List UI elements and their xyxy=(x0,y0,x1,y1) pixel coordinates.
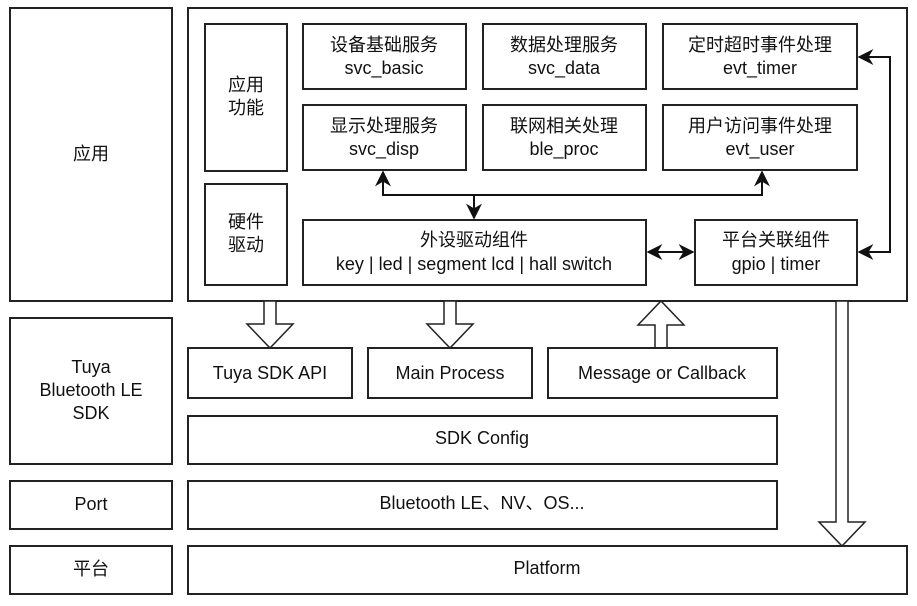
svg-text:evt_timer: evt_timer xyxy=(723,58,797,79)
svg-text:Main Process: Main Process xyxy=(395,363,504,383)
platform-box: Platform xyxy=(187,545,908,595)
svg-text:Bluetooth LE: Bluetooth LE xyxy=(39,380,142,400)
svg-text:功能: 功能 xyxy=(228,98,264,118)
svg-text:Port: Port xyxy=(74,494,107,514)
svg-text:key | led | segment lcd | hall: key | led | segment lcd | hall switch xyxy=(336,254,612,274)
svg-text:设备基础服务: 设备基础服务 xyxy=(330,35,438,55)
port-box: Bluetooth LE、NV、OS... xyxy=(187,480,778,530)
service-evt-user: 用户访问事件处理 evt_user xyxy=(662,104,858,171)
svg-text:联网相关处理: 联网相关处理 xyxy=(510,116,618,136)
svg-text:Tuya: Tuya xyxy=(71,357,111,377)
service-ble-proc: 联网相关处理 ble_proc xyxy=(482,104,647,171)
svg-text:svc_basic: svc_basic xyxy=(344,58,423,79)
svg-text:SDK: SDK xyxy=(72,403,109,423)
hollow-arrow-up-message xyxy=(636,299,686,349)
sdk-config-box: SDK Config xyxy=(187,415,778,465)
peripheral-driver-box: 外设驱动组件 key | led | segment lcd | hall sw… xyxy=(302,219,647,286)
service-evt-timer: 定时超时事件处理 evt_timer xyxy=(662,23,858,90)
app-function-box: 应用 功能 xyxy=(204,23,288,172)
svg-text:用户访问事件处理: 用户访问事件处理 xyxy=(688,116,832,136)
layer-app: 应用 xyxy=(9,7,173,302)
platform-component-box: 平台关联组件 gpio | timer xyxy=(694,219,858,286)
layer-platform: 平台 xyxy=(9,545,173,595)
svg-text:定时超时事件处理: 定时超时事件处理 xyxy=(688,35,832,55)
svg-text:平台: 平台 xyxy=(73,559,109,579)
layer-port: Port xyxy=(9,480,173,530)
sdk-api-box: Tuya SDK API xyxy=(187,347,353,399)
svg-text:Platform: Platform xyxy=(513,558,580,578)
svg-text:数据处理服务: 数据处理服务 xyxy=(510,35,618,55)
svg-text:显示处理服务: 显示处理服务 xyxy=(330,116,438,136)
sdk-message-callback-box: Message or Callback xyxy=(547,347,778,399)
hollow-arrow-down-api xyxy=(245,300,295,350)
svg-text:硬件: 硬件 xyxy=(228,212,264,232)
svg-text:Tuya SDK API: Tuya SDK API xyxy=(213,363,327,383)
svg-text:evt_user: evt_user xyxy=(725,139,794,160)
service-svc-data: 数据处理服务 svc_data xyxy=(482,23,647,90)
hollow-arrow-down-main xyxy=(425,300,475,350)
svg-text:gpio | timer: gpio | timer xyxy=(732,254,821,274)
sdk-main-process-box: Main Process xyxy=(367,347,533,399)
hw-driver-box: 硬件 驱动 xyxy=(204,183,288,286)
service-svc-disp: 显示处理服务 svc_disp xyxy=(302,104,467,171)
svg-text:ble_proc: ble_proc xyxy=(529,139,598,160)
svg-text:应用: 应用 xyxy=(228,75,264,95)
layer-sdk: Tuya Bluetooth LE SDK xyxy=(9,317,173,465)
svg-text:平台关联组件: 平台关联组件 xyxy=(722,230,830,250)
svg-text:SDK Config: SDK Config xyxy=(435,428,529,448)
svg-text:svc_disp: svc_disp xyxy=(349,139,419,160)
architecture-diagram: 应用 Tuya Bluetooth LE SDK Port 平台 应用 功能 硬… xyxy=(9,7,908,595)
svg-text:应用: 应用 xyxy=(73,144,109,164)
hollow-arrow-down-platform xyxy=(817,300,867,548)
svg-text:外设驱动组件: 外设驱动组件 xyxy=(420,230,528,250)
svg-text:svc_data: svc_data xyxy=(528,58,601,79)
svg-text:驱动: 驱动 xyxy=(228,235,264,255)
svg-text:Message or Callback: Message or Callback xyxy=(578,363,747,383)
service-svc-basic: 设备基础服务 svc_basic xyxy=(302,23,467,90)
svg-text:Bluetooth LE、NV、OS...: Bluetooth LE、NV、OS... xyxy=(379,493,584,513)
